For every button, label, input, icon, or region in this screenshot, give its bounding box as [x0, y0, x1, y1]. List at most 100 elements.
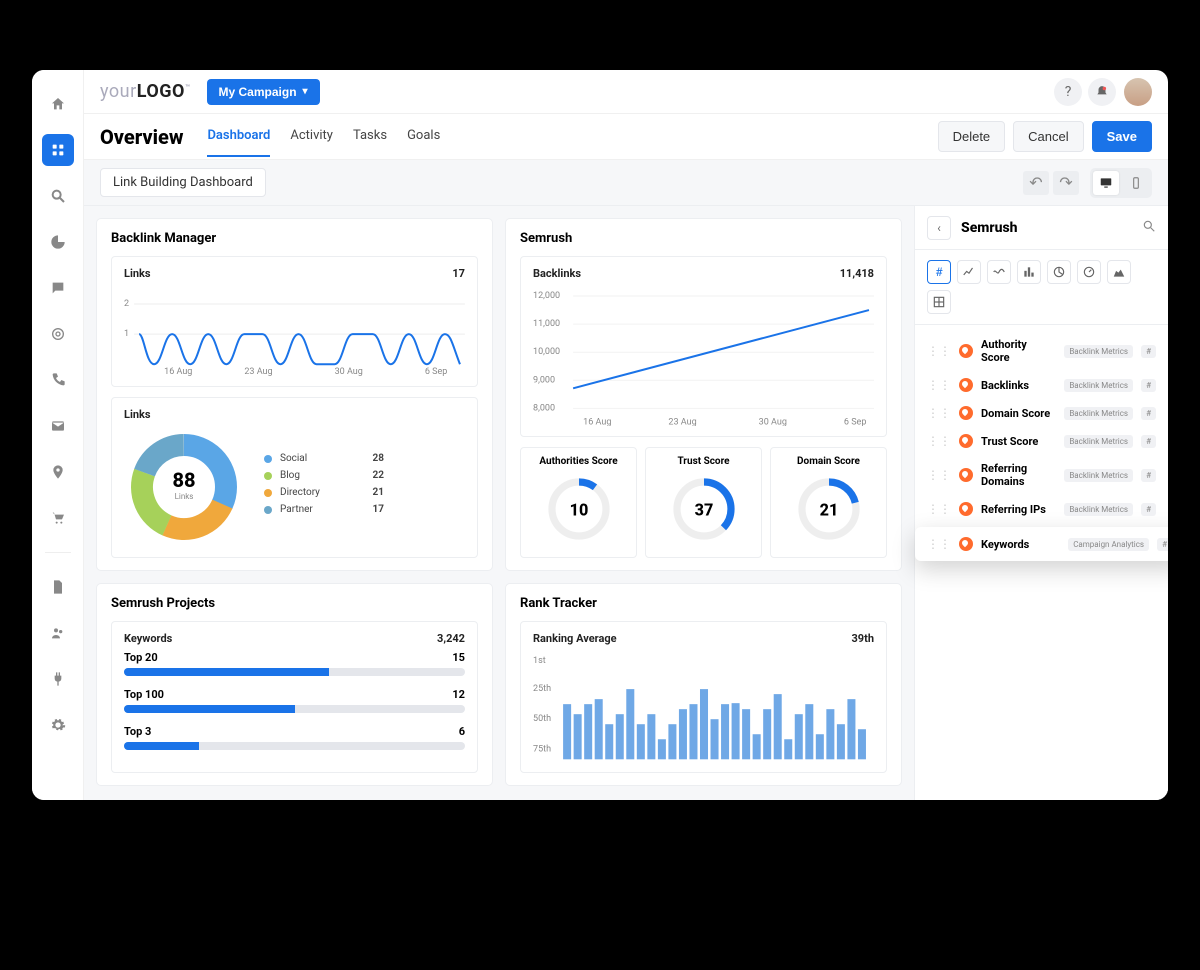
svg-text:2: 2 — [124, 299, 129, 309]
save-button[interactable]: Save — [1092, 121, 1152, 152]
card-semrush-projects: Semrush Projects Keywords 3,242 Top 2015… — [96, 583, 493, 786]
title-bar: Overview Dashboard Activity Tasks Goals … — [84, 114, 1168, 160]
avatar[interactable] — [1124, 78, 1152, 106]
svg-text:50th: 50th — [533, 715, 551, 725]
metric-name: Referring IPs — [981, 503, 1056, 516]
metric-tag: Backlink Metrics — [1064, 435, 1133, 448]
metric-name: Backlinks — [981, 379, 1056, 392]
chat-icon[interactable] — [42, 272, 74, 304]
breadcrumb[interactable]: Link Building Dashboard — [100, 168, 266, 197]
svg-text:6 Sep: 6 Sep — [425, 367, 448, 376]
chart-type-number-icon[interactable]: # — [927, 260, 951, 284]
links-label: Links — [124, 267, 151, 280]
home-icon[interactable] — [42, 88, 74, 120]
drag-handle-icon[interactable]: ⋮⋮ — [927, 502, 951, 516]
pin-icon[interactable] — [42, 456, 74, 488]
semrush-icon — [959, 434, 973, 448]
chart-type-bar-icon[interactable] — [1017, 260, 1041, 284]
metric-row[interactable]: ⋮⋮Referring IPsBacklink Metrics# — [927, 495, 1156, 523]
svg-text:Links: Links — [175, 492, 194, 501]
logo: yourLOGO™ — [100, 81, 191, 102]
tab-activity[interactable]: Activity — [290, 116, 333, 157]
drag-handle-icon[interactable]: ⋮⋮ — [927, 406, 951, 420]
svg-text:23 Aug: 23 Aug — [668, 417, 696, 426]
metric-name: Authority Score — [981, 338, 1056, 364]
metric-row[interactable]: ⋮⋮Referring DomainsBacklink Metrics# — [927, 455, 1156, 495]
mobile-view-icon[interactable] — [1123, 171, 1149, 195]
chart-type-table-icon[interactable] — [927, 290, 951, 314]
semrush-icon — [959, 537, 973, 551]
top-bar: yourLOGO™ My Campaign ? — [84, 70, 1168, 114]
tab-goals[interactable]: Goals — [407, 116, 440, 157]
drag-handle-icon[interactable]: ⋮⋮ — [927, 378, 951, 392]
side-title: Semrush — [961, 220, 1142, 236]
links-line-chart: 2 1 16 Aug 23 Aug 30 Aug 6 Sep — [124, 286, 465, 376]
svg-text:30 Aug: 30 Aug — [335, 367, 363, 376]
links-count: 17 — [452, 267, 465, 280]
drag-handle-icon[interactable]: ⋮⋮ — [927, 434, 951, 448]
svg-text:8,000: 8,000 — [533, 403, 555, 413]
metric-hash-icon: # — [1157, 538, 1168, 551]
svg-text:1: 1 — [124, 329, 129, 339]
drag-handle-icon[interactable]: ⋮⋮ — [927, 537, 951, 551]
svg-text:12,000: 12,000 — [533, 291, 560, 301]
metric-tag: Backlink Metrics — [1064, 503, 1133, 516]
svg-text:16 Aug: 16 Aug — [164, 367, 192, 376]
drag-handle-icon[interactable]: ⋮⋮ — [927, 468, 951, 482]
campaign-dropdown[interactable]: My Campaign — [207, 79, 320, 105]
phone-icon[interactable] — [42, 364, 74, 396]
file-icon[interactable] — [42, 571, 74, 603]
mail-icon[interactable] — [42, 410, 74, 442]
metric-row[interactable]: ⋮⋮Authority ScoreBacklink Metrics# — [927, 331, 1156, 371]
bell-icon[interactable] — [1088, 78, 1116, 106]
tab-dashboard[interactable]: Dashboard — [207, 116, 270, 157]
ranking-bar-chart: 1st 25th 50th 75th — [533, 651, 874, 761]
svg-text:21: 21 — [819, 501, 838, 520]
cart-icon[interactable] — [42, 502, 74, 534]
links-donut-panel: Links 88 Links Social28 — [111, 397, 478, 558]
svg-text:37: 37 — [694, 501, 713, 520]
metric-row[interactable]: ⋮⋮Domain ScoreBacklink Metrics# — [927, 399, 1156, 427]
gear-icon[interactable] — [42, 709, 74, 741]
metric-row[interactable]: ⋮⋮KeywordsCampaign Analytics# — [915, 527, 1168, 561]
page-title: Overview — [100, 125, 183, 149]
tab-tasks[interactable]: Tasks — [353, 116, 387, 157]
undo-icon[interactable]: ↶ — [1023, 171, 1049, 195]
metric-name: Keywords — [981, 538, 1060, 551]
metric-name: Trust Score — [981, 435, 1056, 448]
search-icon[interactable] — [42, 180, 74, 212]
drag-handle-icon[interactable]: ⋮⋮ — [927, 344, 951, 358]
desktop-view-icon[interactable] — [1093, 171, 1119, 195]
delete-button[interactable]: Delete — [938, 121, 1006, 152]
help-icon[interactable]: ? — [1054, 78, 1082, 106]
semrush-icon — [959, 468, 973, 482]
svg-text:75th: 75th — [533, 745, 551, 755]
redo-icon[interactable]: ↷ — [1053, 171, 1079, 195]
pie-icon[interactable] — [42, 226, 74, 258]
chart-type-line-icon[interactable] — [957, 260, 981, 284]
plug-icon[interactable] — [42, 663, 74, 695]
users-icon[interactable] — [42, 617, 74, 649]
svg-text:11,000: 11,000 — [533, 319, 560, 329]
links-donut-chart: 88 Links — [124, 427, 244, 547]
ranking-bar-panel: Ranking Average 39th 1st 25th 50th 75th — [520, 621, 887, 772]
target-icon[interactable] — [42, 318, 74, 350]
score-domain: Domain Score 21 — [770, 447, 887, 558]
metric-row[interactable]: ⋮⋮BacklinksBacklink Metrics# — [927, 371, 1156, 399]
chart-type-spark-icon[interactable] — [987, 260, 1011, 284]
svg-text:88: 88 — [172, 468, 195, 492]
chart-type-pie-icon[interactable] — [1047, 260, 1071, 284]
metric-row[interactable]: ⋮⋮Trust ScoreBacklink Metrics# — [927, 427, 1156, 455]
svg-text:10,000: 10,000 — [533, 347, 560, 357]
chart-type-gauge-icon[interactable] — [1077, 260, 1101, 284]
metric-name: Referring Domains — [981, 462, 1056, 488]
backlinks-line-panel: Backlinks 11,418 12,000 11,000 10,000 9,… — [520, 256, 887, 437]
apps-icon[interactable] — [42, 134, 74, 166]
svg-text:23 Aug: 23 Aug — [244, 367, 272, 376]
cancel-button[interactable]: Cancel — [1013, 121, 1083, 152]
svg-text:25th: 25th — [533, 685, 551, 695]
backlinks-line-chart: 12,000 11,000 10,000 9,000 8,000 16 Aug — [533, 286, 874, 426]
back-button[interactable]: ‹ — [927, 216, 951, 240]
side-search-icon[interactable] — [1142, 219, 1156, 237]
chart-type-area-icon[interactable] — [1107, 260, 1131, 284]
